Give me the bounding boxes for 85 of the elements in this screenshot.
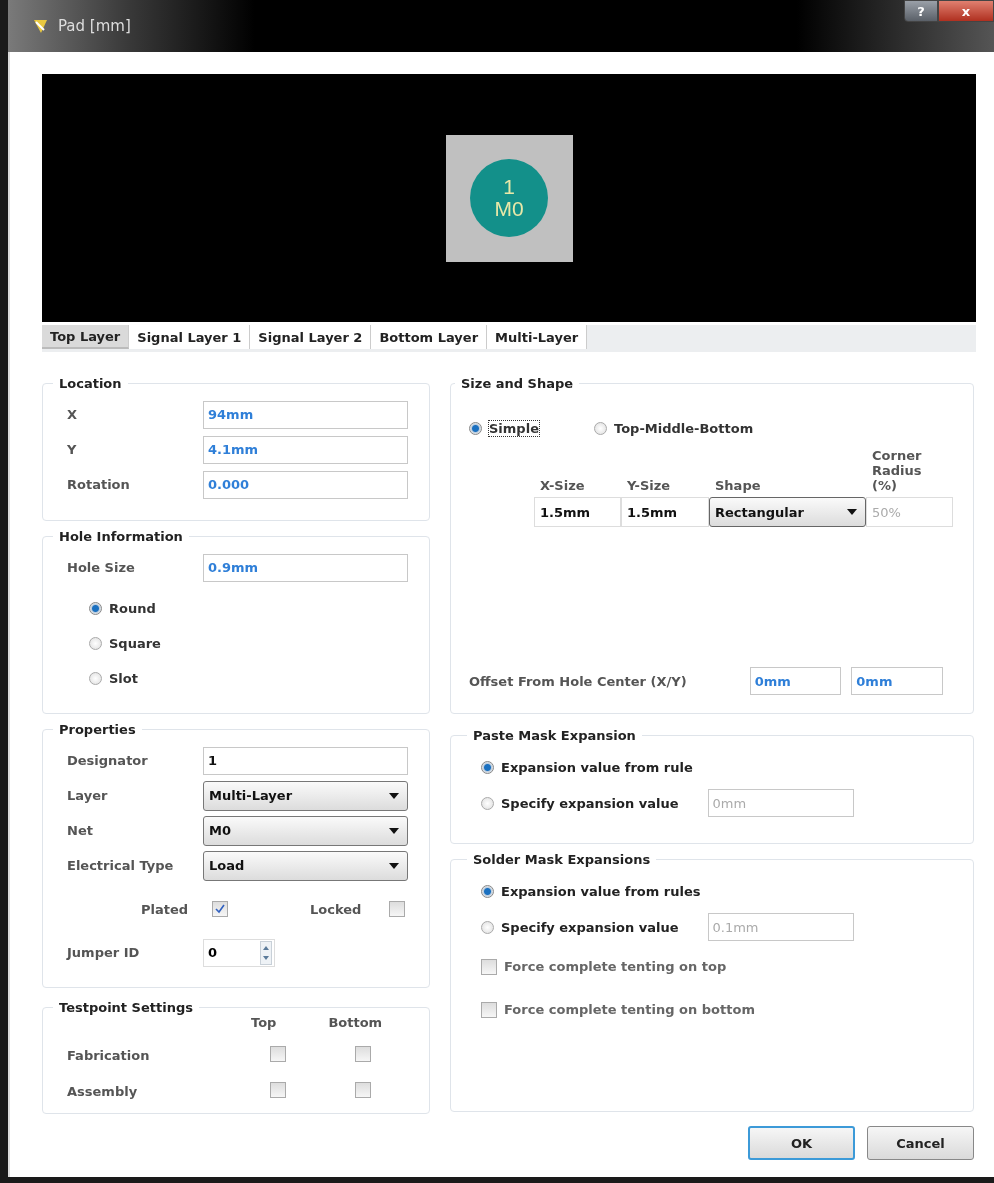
spin-arrows-icon[interactable] bbox=[260, 940, 272, 965]
layer-tab[interactable]: Signal Layer 1 bbox=[129, 325, 251, 349]
option-label: Top-Middle-Bottom bbox=[614, 421, 754, 436]
field-label: Y bbox=[67, 442, 78, 457]
input-field[interactable]: 0.000 bbox=[203, 470, 408, 499]
group-title: Properties bbox=[58, 722, 137, 737]
checkbox[interactable] bbox=[389, 901, 406, 917]
layer-tab[interactable]: Top Layer bbox=[42, 325, 130, 349]
field-label: Offset From Hole Center (X/Y) bbox=[469, 673, 688, 689]
group-title: Location bbox=[58, 376, 123, 391]
spin-field[interactable]: 0 bbox=[203, 938, 275, 967]
caret-icon bbox=[389, 862, 399, 869]
group-title: Testpoint Settings bbox=[58, 1000, 194, 1015]
input-field[interactable]: 1 bbox=[203, 746, 408, 775]
row-label: Fabrication bbox=[67, 1047, 151, 1063]
field-label: Electrical Type bbox=[67, 858, 175, 873]
radio-button[interactable] bbox=[89, 672, 102, 685]
table-cell[interactable]: 1.5mm bbox=[534, 497, 621, 527]
column-header: Y-Size bbox=[626, 478, 672, 495]
field-label: Layer bbox=[67, 788, 109, 803]
close-button[interactable]: x bbox=[938, 0, 994, 22]
radio-button[interactable] bbox=[481, 760, 494, 774]
option-label: Specify expansion value bbox=[501, 795, 679, 811]
option-label: Expansion value from rule bbox=[501, 759, 693, 775]
checkbox[interactable] bbox=[355, 1045, 371, 1062]
radio-button[interactable] bbox=[89, 637, 102, 650]
checkbox[interactable] bbox=[481, 1001, 497, 1018]
column-header: X-Size bbox=[539, 478, 586, 495]
checkbox-label: Plated bbox=[139, 901, 188, 917]
radio-button[interactable] bbox=[481, 884, 494, 898]
layer-tab[interactable]: Signal Layer 2 bbox=[250, 325, 372, 349]
checkbox[interactable] bbox=[481, 958, 497, 975]
input-field[interactable]: 0mm bbox=[851, 667, 943, 695]
pad-number: 1 bbox=[503, 175, 515, 198]
option-label: Slot bbox=[109, 671, 138, 686]
dropdown[interactable]: Rectangular bbox=[709, 497, 866, 527]
radio-button[interactable] bbox=[89, 602, 102, 615]
checkbox-label: Force complete tenting on top bbox=[504, 959, 727, 974]
app-icon bbox=[32, 17, 50, 35]
checkbox[interactable] bbox=[212, 901, 228, 917]
field-label: Hole Size bbox=[67, 560, 136, 575]
checkbox[interactable] bbox=[270, 1081, 286, 1098]
checkbox[interactable] bbox=[355, 1081, 371, 1098]
column-header: Shape bbox=[714, 478, 762, 495]
help-button[interactable]: ? bbox=[904, 0, 938, 22]
column-header: Top bbox=[251, 1015, 277, 1032]
layer-tab[interactable]: Multi-Layer bbox=[487, 325, 588, 349]
input-field[interactable]: 0mm bbox=[749, 667, 842, 695]
checkbox-label: Locked bbox=[310, 901, 362, 917]
dropdown[interactable]: Load bbox=[203, 850, 408, 881]
checkbox-label: Force complete tenting on bottom bbox=[504, 1002, 755, 1017]
pad-net: M0 bbox=[494, 198, 524, 221]
option-label: Round bbox=[109, 601, 156, 616]
dropdown[interactable]: Multi-Layer bbox=[203, 780, 408, 811]
option-label: Simple bbox=[489, 421, 539, 436]
option-label: Specify expansion value bbox=[501, 919, 679, 935]
input-field[interactable]: 94mm bbox=[203, 400, 408, 429]
column-header: Bottom bbox=[328, 1015, 383, 1032]
group-title: Hole Information bbox=[58, 529, 184, 544]
field-label: Jumper ID bbox=[67, 945, 141, 960]
table-cell[interactable]: 1.5mm bbox=[621, 497, 709, 527]
option-label: Square bbox=[109, 636, 161, 651]
radio-button[interactable] bbox=[594, 422, 607, 435]
column-header: Corner Radius (%) bbox=[871, 448, 923, 495]
window-title: Pad [mm] bbox=[58, 17, 131, 35]
field-label: X bbox=[67, 407, 79, 422]
checkbox[interactable] bbox=[270, 1045, 286, 1062]
field-label: Designator bbox=[67, 753, 149, 768]
input-field[interactable]: 4.1mm bbox=[203, 435, 408, 464]
dialog-button[interactable]: OK bbox=[748, 1126, 855, 1160]
caret-icon bbox=[847, 509, 857, 515]
option-label: Expansion value from rules bbox=[501, 883, 701, 899]
group-title: Solder Mask Expansions bbox=[472, 852, 652, 867]
radio-button[interactable] bbox=[469, 422, 482, 435]
layer-tab[interactable]: Bottom Layer bbox=[371, 325, 488, 349]
group-title: Size and Shape bbox=[460, 376, 575, 391]
caret-icon bbox=[389, 827, 399, 834]
row-label: Assembly bbox=[67, 1083, 139, 1099]
input-field[interactable]: 0.9mm bbox=[203, 553, 408, 582]
group-title: Paste Mask Expansion bbox=[472, 728, 637, 743]
dialog-button[interactable]: Cancel bbox=[867, 1126, 974, 1160]
caret-icon bbox=[389, 792, 399, 799]
dropdown[interactable]: M0 bbox=[203, 815, 408, 846]
field-label: Rotation bbox=[67, 477, 131, 492]
field-label: Net bbox=[67, 823, 94, 838]
